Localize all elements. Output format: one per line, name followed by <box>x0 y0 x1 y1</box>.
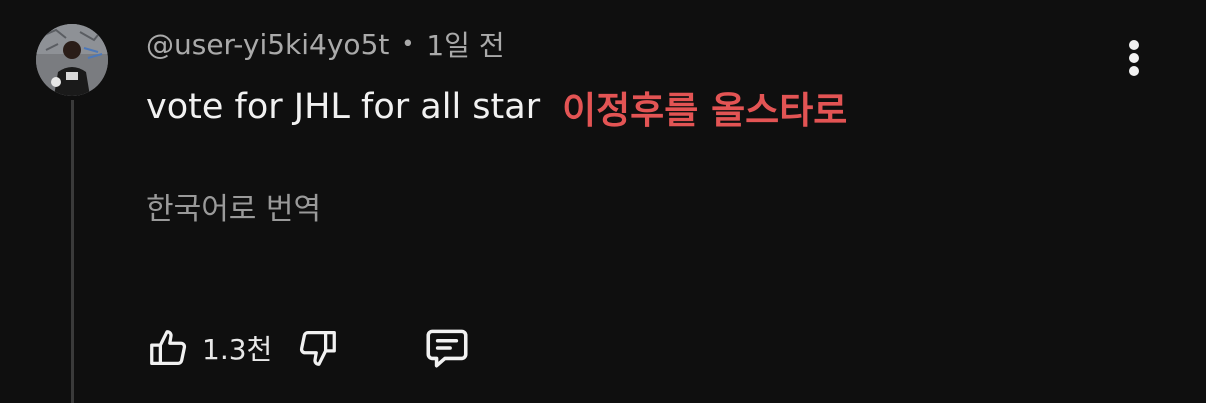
more-vertical-icon <box>1129 40 1139 76</box>
comment-header: @user-yi5ki4yo5t • 1일 전 <box>146 24 505 64</box>
separator-dot: • <box>401 31 415 57</box>
avatar[interactable] <box>36 24 108 96</box>
comment-reply-icon <box>426 329 468 368</box>
translate-link[interactable]: 한국어로 번역 <box>146 182 321 230</box>
thumbs-up-icon <box>150 330 187 365</box>
author-name[interactable]: @user-yi5ki4yo5t <box>146 28 389 61</box>
comment-text: vote for JHL for all star 이정후를 올스타로 <box>146 82 847 132</box>
reply-button[interactable] <box>422 323 472 373</box>
avatar-image <box>36 24 108 96</box>
timestamp[interactable]: 1일 전 <box>426 24 504 64</box>
more-actions-button[interactable] <box>1112 30 1156 86</box>
dislike-button[interactable] <box>292 323 342 373</box>
thumbs-down-icon <box>300 331 337 366</box>
comment-text-emphasis: 이정후를 올스타로 <box>562 89 848 132</box>
comment-text-main: vote for JHL for all star <box>146 87 541 127</box>
comment-actions: 1.3천 <box>144 322 472 374</box>
like-button[interactable] <box>144 323 194 373</box>
thread-line <box>71 100 74 403</box>
like-count: 1.3천 <box>202 333 273 366</box>
comment-item: @user-yi5ki4yo5t • 1일 전 vote for JHL for… <box>0 0 1206 403</box>
